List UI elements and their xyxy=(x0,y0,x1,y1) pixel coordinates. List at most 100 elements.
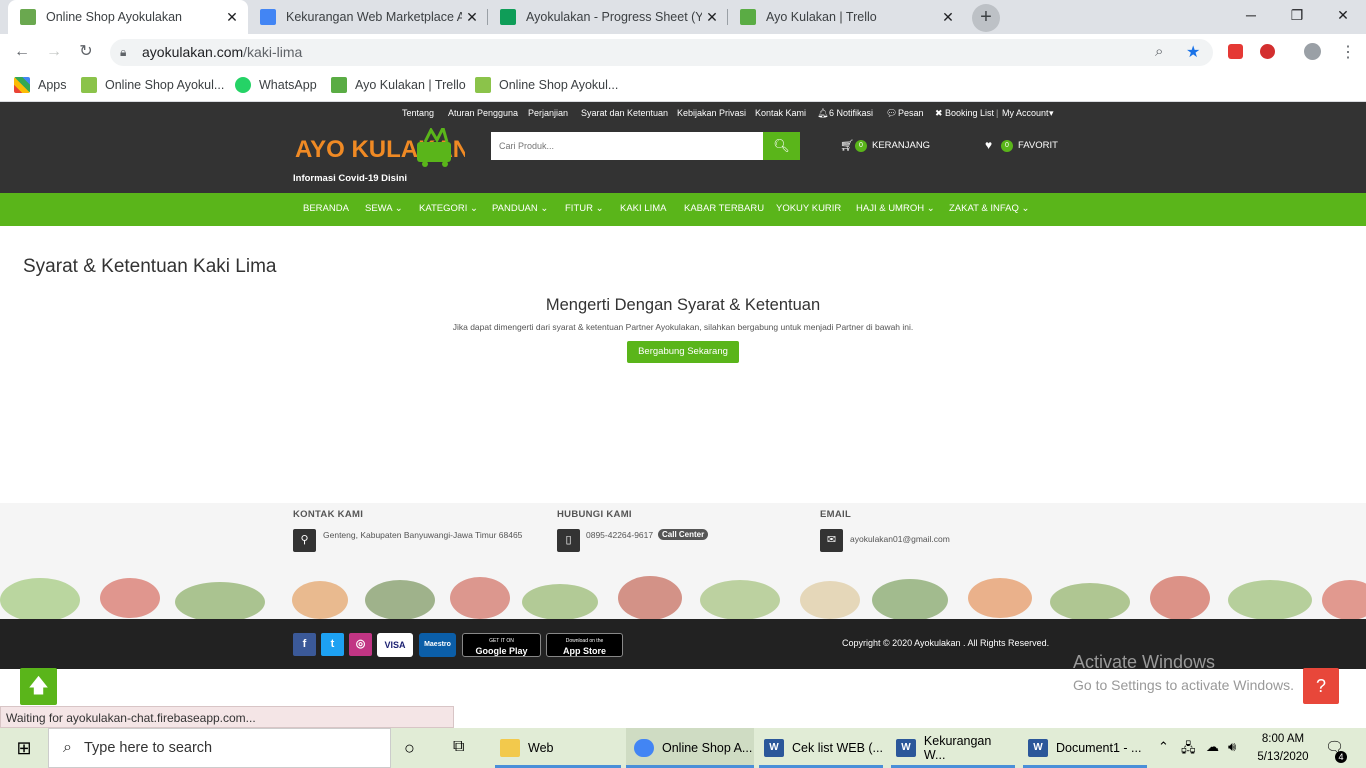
url-text[interactable]: ayokulakan.com/kaki-lima xyxy=(142,44,302,60)
nav-kaki-lima[interactable]: KAKI LIMA xyxy=(620,203,666,214)
tab-progress-sheet[interactable]: Ayokulakan - Progress Sheet (Yu ✕ xyxy=(488,0,728,34)
cart-icon[interactable]: 🛒︎ xyxy=(840,139,854,152)
restore-button[interactable]: ❐ xyxy=(1274,0,1320,30)
minimize-button[interactable]: ─ xyxy=(1228,0,1274,30)
google-play-badge[interactable]: GET IT ON Google Play xyxy=(462,633,541,657)
adblock-extension-icon[interactable] xyxy=(1260,44,1275,59)
taskbar-item-web[interactable]: Web xyxy=(500,728,620,768)
tray-chevron-up-icon[interactable]: ⌃ xyxy=(1158,739,1169,755)
bookmark-online-shop[interactable]: Online Shop Ayokul... xyxy=(81,77,224,93)
call-center-badge: Call Center xyxy=(658,529,709,540)
footer-email[interactable]: ayokulakan01@gmail.com xyxy=(850,534,950,544)
activate-windows-subtitle: Go to Settings to activate Windows. xyxy=(1073,677,1294,693)
menu-dots-icon[interactable]: ⋮ xyxy=(1340,42,1356,62)
help-button[interactable]: ? xyxy=(1303,668,1339,704)
toplink-booking[interactable]: Booking List xyxy=(945,108,994,118)
reload-icon[interactable]: ↻ xyxy=(74,40,98,64)
taskbar-search-box[interactable]: ⌕ Type here to search xyxy=(48,728,391,768)
bookmark-apps[interactable]: Apps xyxy=(14,77,67,93)
question-icon: ? xyxy=(1315,676,1326,696)
twitter-icon[interactable]: t xyxy=(321,633,344,656)
toplink-perjanjian[interactable]: Perjanjian xyxy=(528,108,568,118)
tab-close-icon[interactable]: ✕ xyxy=(702,9,722,26)
tab-online-shop[interactable]: Online Shop Ayokulakan ✕ xyxy=(8,0,248,34)
url-domain: ayokulakan.com xyxy=(142,44,244,60)
taskbar-clock[interactable]: 8:00 AM 5/13/2020 xyxy=(1248,730,1318,766)
toplink-kebijakan[interactable]: Kebijakan Privasi xyxy=(677,108,746,118)
tab-kekurangan[interactable]: Kekurangan Web Marketplace A ✕ xyxy=(248,0,488,34)
task-view-icon[interactable]: ⧉ xyxy=(453,738,464,756)
nav-yokuy-kurir[interactable]: YOKUY KURIR xyxy=(776,203,841,214)
bookmark-whatsapp[interactable]: WhatsApp xyxy=(235,77,317,93)
taskbar-item-word-3[interactable]: W Document1 - ... xyxy=(1028,728,1148,768)
toplink-kontak[interactable]: Kontak Kami xyxy=(755,108,806,118)
windows-start-icon[interactable]: ⊞ xyxy=(0,728,48,768)
footer-email-heading: EMAIL xyxy=(820,509,852,520)
sheets-favicon-icon xyxy=(500,9,516,25)
tab-close-icon[interactable]: ✕ xyxy=(938,9,958,26)
docs-favicon-icon xyxy=(260,9,276,25)
cortana-icon[interactable]: ○ xyxy=(404,738,415,759)
activate-windows-title: Activate Windows xyxy=(1073,652,1216,672)
search-button[interactable]: 🔍︎ xyxy=(763,132,800,160)
toplink-my-account[interactable]: My Account xyxy=(1002,108,1049,118)
badge-label: App Store xyxy=(562,646,606,656)
zoom-icon[interactable]: ⌕ xyxy=(1155,43,1163,60)
nav-kategori[interactable]: KATEGORI ⌄ xyxy=(419,203,478,214)
toplink-syarat[interactable]: Syarat dan Ketentuan xyxy=(581,108,668,118)
new-tab-button[interactable]: + xyxy=(972,4,1000,32)
network-icon[interactable]: 🖧︎ xyxy=(1181,739,1196,761)
nav-kabar-terbaru[interactable]: KABAR TERBARU xyxy=(684,203,764,214)
nav-label: ZAKAT & INFAQ xyxy=(949,203,1019,214)
footer-contact-heading: KONTAK KAMI xyxy=(293,509,364,520)
footer-phone[interactable]: 0895-42264-9617 xyxy=(586,530,653,540)
product-search-input[interactable] xyxy=(491,132,763,160)
lock-icon[interactable]: 🔒︎ xyxy=(120,45,126,60)
toplink-notifikasi[interactable]: 6 Notifikasi xyxy=(829,108,873,118)
instagram-icon[interactable]: ◎ xyxy=(349,633,372,656)
join-now-button[interactable]: Bergabung Sekarang xyxy=(627,341,739,363)
nav-fitur[interactable]: FITUR ⌄ xyxy=(565,203,604,214)
heart-icon[interactable]: ♥ xyxy=(985,138,992,152)
facebook-icon[interactable]: f xyxy=(293,633,316,656)
toplink-aturan[interactable]: Aturan Pengguna xyxy=(448,108,518,118)
scroll-to-top-button[interactable]: 🡅︎ xyxy=(20,668,57,705)
chevron-down-icon: ⌄ xyxy=(394,203,403,214)
section-heading: Mengerti Dengan Syarat & Ketentuan xyxy=(545,296,821,314)
trello-favicon-icon xyxy=(740,9,756,25)
close-window-button[interactable]: ✕ xyxy=(1320,0,1366,30)
taskbar-item-label: Kekurangan W... xyxy=(923,734,992,762)
nav-label: HAJI & UMROH xyxy=(856,203,925,214)
bookmark-online-shop-2[interactable]: Online Shop Ayokul... xyxy=(475,77,618,93)
bookmark-star-icon[interactable]: ★ xyxy=(1186,42,1200,62)
nav-beranda[interactable]: BERANDA xyxy=(303,203,349,214)
nav-haji-umroh[interactable]: HAJI & UMROH ⌄ xyxy=(856,203,935,214)
tab-close-icon[interactable]: ✕ xyxy=(222,9,242,26)
chevron-down-icon: ⌄ xyxy=(470,203,478,214)
tab-close-icon[interactable]: ✕ xyxy=(462,9,482,26)
tab-trello[interactable]: Ayo Kulakan | Trello ✕ xyxy=(728,0,964,34)
covid-info-link[interactable]: Informasi Covid-19 Disini xyxy=(293,173,407,184)
favorite-link[interactable]: FAVORIT xyxy=(1018,140,1058,151)
cart-link[interactable]: KERANJANG xyxy=(872,140,930,151)
bookmark-trello[interactable]: Ayo Kulakan | Trello xyxy=(331,77,466,93)
taskbar-item-word-2[interactable]: W Kekurangan W... xyxy=(896,728,1016,768)
extension-icon[interactable] xyxy=(1228,44,1243,59)
taskbar-item-chrome[interactable]: Online Shop A... xyxy=(626,728,754,768)
onedrive-cloud-icon[interactable]: ☁︎ xyxy=(1206,739,1219,755)
badge-small-text: Download on the xyxy=(565,638,604,644)
forward-arrow-icon[interactable]: → xyxy=(42,40,66,64)
back-arrow-icon[interactable]: ← xyxy=(10,40,34,64)
nav-zakat-infaq[interactable]: ZAKAT & INFAQ ⌄ xyxy=(949,203,1029,214)
footer-call-heading: HUBUNGI KAMI xyxy=(557,509,632,520)
profile-avatar-icon[interactable] xyxy=(1304,43,1321,60)
badge-small-text: GET IT ON xyxy=(489,638,514,644)
nav-panduan[interactable]: PANDUAN ⌄ xyxy=(492,203,548,214)
app-store-badge[interactable]: Download on the App Store xyxy=(546,633,623,657)
toplink-tentang[interactable]: Tentang xyxy=(402,108,434,118)
volume-icon[interactable]: 🔊︎ xyxy=(1228,739,1236,755)
toplink-pesan[interactable]: Pesan xyxy=(898,108,924,118)
nav-sewa[interactable]: SEWA ⌄ xyxy=(365,203,403,214)
site-logo[interactable]: AYO KULAKAN xyxy=(295,123,470,168)
taskbar-item-word-1[interactable]: W Cek list WEB (... xyxy=(764,728,884,768)
